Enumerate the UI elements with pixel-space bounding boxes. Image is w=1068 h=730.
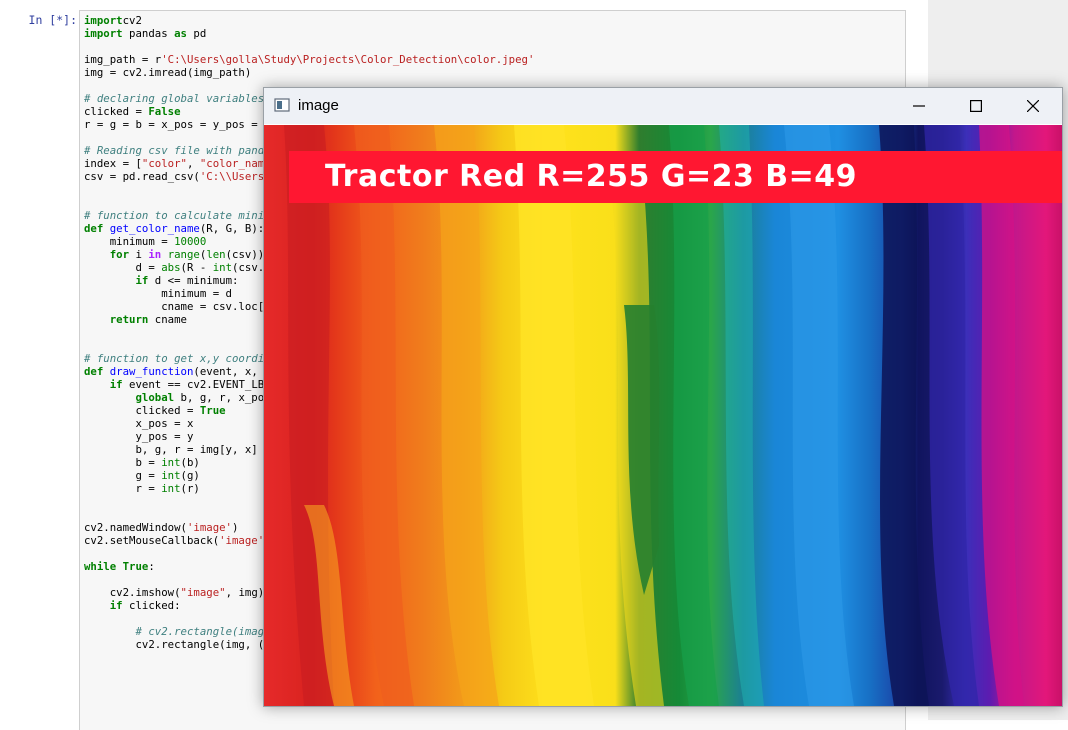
close-icon (1027, 100, 1039, 112)
minimize-icon (913, 105, 925, 107)
color-label-text: Tractor Red R=255 G=23 B=49 (325, 159, 858, 194)
maximize-button[interactable] (953, 88, 999, 124)
paint-texture (284, 125, 1024, 706)
opencv-image-window[interactable]: image Tractor Red R=255 G=23 B=49 (263, 87, 1063, 707)
window-titlebar[interactable]: image (264, 88, 1062, 124)
code-line: img_path = r'C:\Users\golla\Study\Projec… (84, 53, 535, 66)
color-label-banner: Tractor Red R=255 G=23 B=49 (289, 151, 1062, 203)
maximize-icon (970, 100, 982, 112)
code-line: import pandas as pd (84, 27, 207, 40)
close-button[interactable] (1010, 88, 1056, 124)
code-line: importcv2 (84, 14, 142, 27)
minimize-button[interactable] (896, 88, 942, 124)
code-line: img = cv2.imread(img_path) (84, 66, 252, 79)
cell-prompt: In [*]: (28, 13, 77, 27)
window-title: image (298, 97, 339, 114)
image-canvas[interactable]: Tractor Red R=255 G=23 B=49 (264, 125, 1062, 706)
window-app-icon (274, 97, 290, 117)
